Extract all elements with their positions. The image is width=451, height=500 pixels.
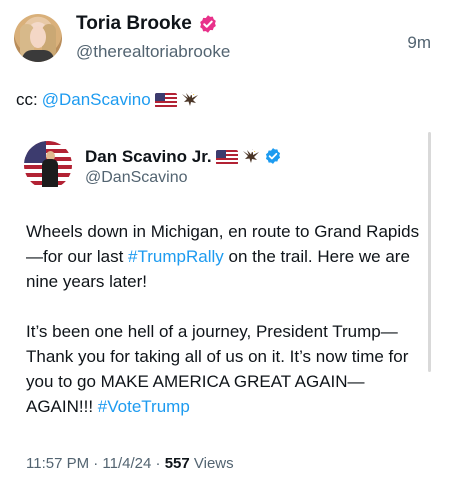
us-flag-icon bbox=[154, 92, 177, 108]
quoted-paragraph-2: It’s been one hell of a journey, Preside… bbox=[26, 319, 421, 419]
scrollbar[interactable] bbox=[428, 132, 431, 372]
post-time[interactable]: 9m bbox=[407, 33, 431, 53]
hashtag-link[interactable]: #TrumpRally bbox=[128, 247, 224, 266]
eagle-icon bbox=[181, 91, 199, 110]
tweet-metadata: 11:57 PM · 11/4/24 · 557 Views bbox=[26, 455, 234, 472]
views-count: 557 bbox=[164, 455, 190, 472]
quoted-tweet-text: Wheels down in Michigan, en route to Gra… bbox=[26, 219, 421, 419]
hashtag-link[interactable]: #VoteTrump bbox=[98, 397, 190, 416]
quoted-author-name-text[interactable]: Dan Scavino Jr. bbox=[85, 147, 212, 167]
quoted-author-avatar[interactable] bbox=[24, 141, 72, 189]
verified-badge-icon bbox=[198, 14, 218, 34]
views-label: Views bbox=[189, 455, 234, 472]
quoted-text-segment: It’s been one hell of a journey, Preside… bbox=[26, 322, 409, 416]
quoted-author-display-name[interactable]: Dan Scavino Jr. bbox=[85, 147, 284, 167]
post-text-prefix: cc: bbox=[16, 90, 38, 109]
post-text: cc: @DanScavino bbox=[16, 90, 199, 110]
eagle-icon bbox=[242, 148, 260, 167]
author-handle[interactable]: @therealtoriabrooke bbox=[76, 42, 230, 62]
quoted-paragraph-1: Wheels down in Michigan, en route to Gra… bbox=[26, 219, 421, 294]
author-display-name[interactable]: Toria Brooke bbox=[76, 13, 218, 35]
author-name-text[interactable]: Toria Brooke bbox=[76, 13, 192, 35]
us-flag-icon bbox=[215, 149, 238, 165]
quoted-author-handle[interactable]: @DanScavino bbox=[85, 169, 188, 187]
tweet-timestamp[interactable]: 11:57 PM · 11/4/24 · bbox=[26, 455, 165, 472]
verified-badge-icon bbox=[264, 147, 284, 167]
mention-link[interactable]: @DanScavino bbox=[42, 90, 151, 110]
avatar[interactable] bbox=[14, 14, 62, 62]
